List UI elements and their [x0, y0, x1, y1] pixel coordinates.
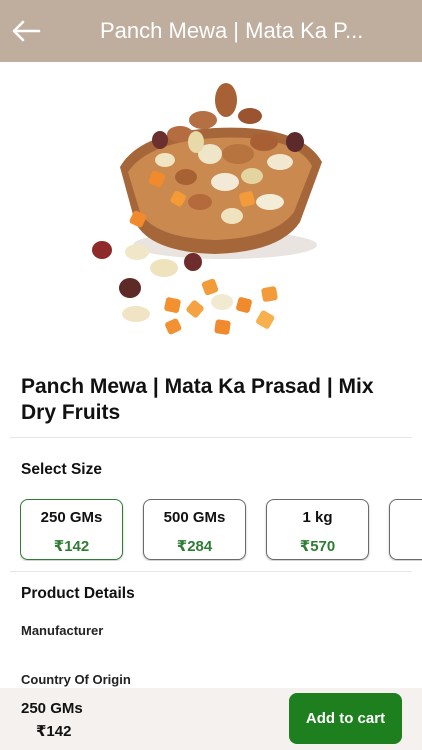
product-image[interactable] — [0, 62, 422, 362]
size-option-more[interactable] — [389, 499, 422, 560]
selected-price: ₹142 — [36, 723, 72, 740]
bottom-cart-bar: 250 GMs ₹142 Add to cart — [0, 688, 422, 750]
size-option-1kg[interactable]: 1 kg ₹570 — [266, 499, 369, 560]
size-name: 1 kg — [302, 509, 333, 526]
country-of-origin-label: Country Of Origin — [21, 672, 131, 687]
size-option-250g[interactable]: 250 GMs ₹142 — [20, 499, 123, 560]
dry-fruits-image — [92, 83, 322, 335]
arrow-left-icon — [12, 20, 41, 42]
page-title: Panch Mewa | Mata Ka P... — [100, 18, 364, 43]
add-to-cart-button[interactable]: Add to cart — [289, 693, 402, 744]
selected-size: 250 GMs — [21, 700, 83, 717]
manufacturer-label: Manufacturer — [21, 623, 104, 638]
size-option-500g[interactable]: 500 GMs ₹284 — [143, 499, 246, 560]
size-options: 250 GMs ₹142 500 GMs ₹284 1 kg ₹570 — [20, 499, 422, 561]
divider — [10, 571, 412, 572]
size-price: ₹142 — [53, 538, 90, 555]
size-price: ₹284 — [176, 538, 213, 555]
size-price: ₹570 — [299, 538, 336, 555]
top-app-bar: Panch Mewa | Mata Ka P... — [0, 0, 422, 62]
product-title: Panch Mewa | Mata Ka Prasad | Mix Dry Fr… — [21, 375, 374, 424]
select-size-label: Select Size — [21, 461, 102, 478]
back-button[interactable] — [0, 0, 54, 62]
divider — [10, 437, 412, 438]
size-name: 250 GMs — [40, 509, 103, 526]
size-name: 500 GMs — [163, 509, 226, 526]
product-details-heading: Product Details — [21, 585, 135, 602]
